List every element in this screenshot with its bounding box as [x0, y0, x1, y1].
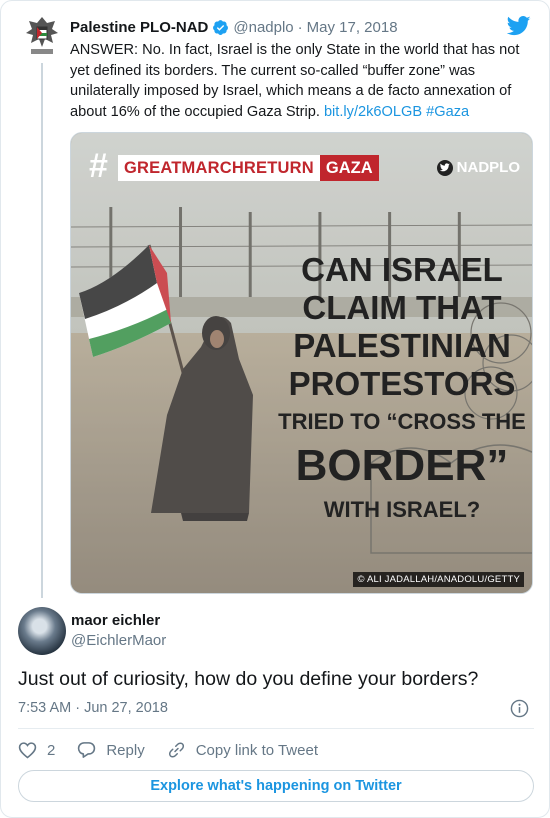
reply-timestamp[interactable]: 7:53 AM · Jun 27, 2018 [18, 700, 168, 716]
copy-link-label: Copy link to Tweet [195, 741, 318, 759]
banner-text-left: GREATMARCHRETURN [118, 155, 320, 181]
image-headline: CAN ISRAEL CLAIM THAT PALESTINIAN PROTES… [277, 251, 527, 529]
tweet-media-image[interactable]: # GREATMARCHRETURN GAZA NADPLO CAN ISRAE… [70, 132, 533, 594]
headline-line-6: BORDER” [295, 441, 509, 490]
reply-label: Reply [106, 741, 145, 759]
banner-text-right: GAZA [319, 155, 379, 181]
header-separator: · [297, 18, 303, 36]
parent-date[interactable]: May 17, 2018 [307, 19, 398, 36]
headline-line-5: TRIED TO “CROSS THE [278, 409, 526, 434]
like-count: 2 [47, 741, 56, 759]
hashtag-symbol: # [89, 147, 108, 185]
reply-avatar[interactable] [18, 607, 66, 655]
embedded-tweet-card: Palestine PLO-NAD @nadplo · May 17, 2018… [0, 0, 550, 818]
explore-twitter-button[interactable]: Explore what's happening on Twitter [18, 770, 534, 802]
tweet-actions-bar: 2 Reply Copy link to Tweet [18, 739, 340, 761]
link-chain-icon [168, 742, 184, 758]
copy-link-button[interactable]: Copy link to Tweet [167, 741, 318, 759]
headline-line-3: PALESTINIAN [293, 327, 511, 364]
reply-bubble-icon [78, 742, 96, 758]
headline-line-1: CAN ISRAEL [301, 251, 503, 288]
heart-icon [18, 742, 37, 759]
parent-display-name[interactable]: Palestine PLO-NAD [70, 19, 208, 36]
twitter-logo-icon[interactable] [507, 15, 531, 37]
photo-credit: © ALI JADALLAH/ANADOLU/GETTY [353, 572, 524, 587]
parent-handle[interactable]: @nadplo [233, 19, 293, 36]
headline-line-7: WITH ISRAEL? [323, 497, 481, 522]
reply-tweet-text: Just out of curiosity, how do you define… [18, 668, 479, 690]
account-avatar-emblem[interactable] [23, 13, 61, 57]
reply-display-name[interactable]: maor eichler [71, 612, 160, 629]
reply-handle[interactable]: @EichlerMaor [71, 632, 166, 649]
hashtag-link[interactable]: #Gaza [426, 104, 469, 120]
reply-button[interactable]: Reply [77, 741, 145, 759]
nadplo-brand: NADPLO [436, 159, 520, 176]
headline-line-4: PROTESTORS [288, 365, 516, 402]
like-button[interactable]: 2 [18, 741, 55, 759]
thread-connector-line [41, 63, 43, 598]
actions-divider [18, 728, 534, 729]
parent-tweet-header: Palestine PLO-NAD @nadplo · May 17, 2018 [70, 17, 398, 37]
brand-label: NADPLO [456, 159, 520, 176]
parent-tweet-text: ANSWER: No. In fact, Israel is the only … [70, 40, 532, 122]
headline-line-2: CLAIM THAT [302, 289, 502, 326]
info-icon[interactable] [510, 699, 529, 718]
tweet-link[interactable]: bit.ly/2k6OLGB [324, 104, 422, 120]
twitter-bird-small-icon [436, 159, 453, 176]
verified-badge-icon [213, 19, 229, 35]
campaign-banner: GREATMARCHRETURN GAZA [118, 155, 379, 181]
